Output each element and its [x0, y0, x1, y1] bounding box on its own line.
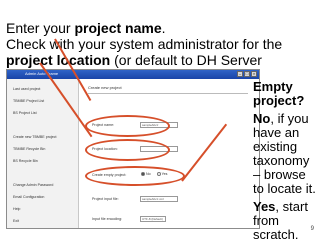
title-text: Enter your — [6, 20, 75, 36]
window-controls: – □ × — [237, 71, 257, 77]
note-yes-label: Yes — [253, 199, 276, 214]
sidebar-item-exit[interactable]: Exit — [13, 219, 19, 223]
project-input-file-label: Project input file: — [92, 197, 119, 201]
sidebar-item-help[interactable]: Help — [13, 207, 20, 211]
maximize-icon[interactable]: □ — [244, 71, 250, 77]
window-title: Admin Auto Frame — [25, 71, 59, 76]
divider — [88, 93, 248, 94]
close-icon[interactable]: × — [251, 71, 257, 77]
title-text: . — [161, 20, 166, 36]
sidebar-item-create-new-project[interactable]: Create new TBMBE project — [13, 135, 56, 139]
title-bold-project-name: project name — [74, 20, 162, 36]
empty-project-highlight-oval — [85, 166, 185, 186]
project-name-highlight-oval — [85, 115, 170, 137]
minimize-icon[interactable]: – — [237, 71, 243, 77]
title-bold-project-location: project location — [6, 52, 111, 68]
page-number: 9 — [310, 226, 314, 232]
sidebar-item-last-used-project[interactable]: Last used project — [13, 87, 40, 91]
main-heading: Create new project — [88, 85, 122, 90]
sidebar-item-email-configuration[interactable]: Email Configuration — [13, 195, 44, 199]
note-no-paragraph: No, if you have an existing taxonomy – b… — [253, 112, 319, 196]
app-screenshot: Admin Auto Frame – □ × Last used project… — [6, 69, 260, 229]
sidebar-item-change-admin-password[interactable]: Change Admin Password — [13, 183, 53, 187]
project-input-file-input[interactable]: sampleAbcz.xml — [140, 196, 178, 202]
sidebar-item-tbmbe-project-list[interactable]: TBMBE Project List — [13, 99, 44, 103]
project-location-highlight-oval — [85, 139, 170, 161]
note-question: Empty project? — [253, 79, 305, 108]
sidebar-item-tbmbe-recycle-bin[interactable]: TBMBE Recycle Bin — [13, 147, 45, 151]
sidebar-item-bs-recycle-bin[interactable]: BS Recycle Bin — [13, 159, 38, 163]
encoding-select[interactable]: UTF-8 (Default) — [140, 216, 166, 222]
encoding-label: Input file encoding: — [92, 217, 123, 221]
note-no-label: No — [253, 111, 271, 126]
note-yes-paragraph: Yes, start from scratch. — [253, 200, 319, 242]
empty-project-note: Empty project? No, if you have an existi… — [253, 80, 319, 246]
title-text: Check with your system administrator for… — [6, 36, 283, 52]
sidebar-item-bs-project-list[interactable]: BS Project List — [13, 111, 37, 115]
